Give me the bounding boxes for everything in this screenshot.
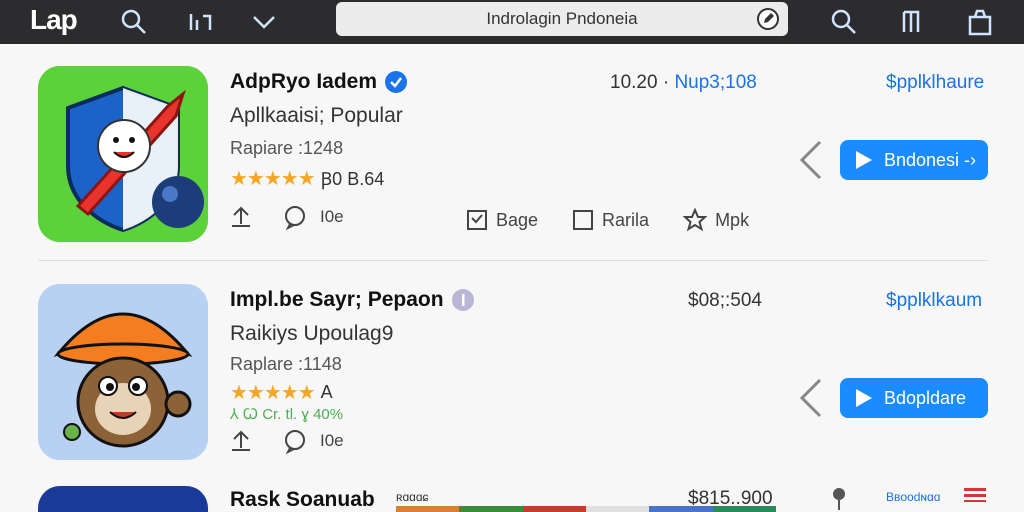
tool-bage[interactable]: Bage <box>466 209 538 231</box>
star-rating: ★★★★★ A <box>230 380 333 405</box>
chevron-down-icon[interactable] <box>248 6 280 38</box>
app-icon[interactable] <box>38 284 208 460</box>
app-price: $08;:504 <box>688 290 762 312</box>
price-time: 10.20 · <box>610 72 670 93</box>
app-icon[interactable] <box>38 486 208 512</box>
app-price: $815..900 <box>688 488 773 510</box>
developer-link[interactable]: Bʙoodɴɑɑ <box>886 490 940 504</box>
app-tools: Bage Rarila Mpk <box>466 208 749 232</box>
bookmark-icon[interactable] <box>896 6 928 38</box>
comment-count: I0e <box>320 431 344 450</box>
tool-label: Mpk <box>715 209 750 230</box>
app-icon[interactable] <box>38 66 208 242</box>
install-button[interactable]: Bdopldare <box>840 378 988 418</box>
price-time: $815..900 <box>688 488 773 509</box>
stars-text: Ꞵ0 B.64 <box>320 168 385 189</box>
install-button-label: Bdopldare <box>884 387 967 408</box>
app-logo[interactable]: Lap <box>30 4 78 36</box>
rating-count: Raplare :1148 <box>230 354 342 374</box>
app-actions: I0e <box>228 428 344 454</box>
checkbox-icon <box>467 210 487 230</box>
stars-text: A <box>320 382 333 402</box>
developer-link[interactable]: $pplklkaum <box>886 290 982 312</box>
star-icon <box>683 208 708 232</box>
search-bar[interactable]: Indrolagin Pndoneia <box>336 2 788 36</box>
chart-icon[interactable] <box>184 6 216 38</box>
app-title[interactable]: Impl.be Sayr; Pepaon <box>230 288 474 312</box>
chevron-left-icon[interactable] <box>796 138 826 182</box>
tool-mpk[interactable]: Mpk <box>683 208 749 232</box>
tool-label: Bage <box>496 209 539 230</box>
app-title-text[interactable]: AdpRyo Iadem <box>230 70 377 94</box>
app-title-text[interactable]: Impl.be Sayr; Pepaon <box>230 288 444 312</box>
app-title[interactable]: Rask Soanuab <box>230 488 375 512</box>
play-icon <box>856 389 872 407</box>
app-title-text[interactable]: Rask Soanuab <box>230 488 375 512</box>
tool-label: Rarila <box>602 209 650 230</box>
app-price: 10.20 · Nup3;108 <box>610 72 757 94</box>
price-value: Nup3;108 <box>674 72 757 93</box>
stars-icon: ★★★★★ <box>230 168 316 190</box>
comment-icon[interactable] <box>282 204 308 230</box>
comment-icon[interactable] <box>282 428 308 454</box>
tool-rarila[interactable]: Rarila <box>572 209 649 231</box>
app-actions: I0e <box>228 204 344 230</box>
app-extra-info: ⅄ Ꞷ Cr. tl. ɣ 40% <box>230 406 344 423</box>
comment-count: I0e <box>320 207 344 226</box>
flag-icon <box>964 488 986 502</box>
play-icon <box>856 151 872 169</box>
info-badge-icon <box>451 289 474 311</box>
row-divider <box>38 260 988 261</box>
rating-count: Rapiare :1248 <box>230 138 344 158</box>
location-pin-icon[interactable] <box>830 486 848 512</box>
app-title[interactable]: AdpRyo Iadem <box>230 70 408 94</box>
install-button[interactable]: Bndonesi -› <box>840 140 988 180</box>
install-button-label: Bndonesi -› <box>884 149 977 170</box>
verified-badge-icon <box>385 71 408 93</box>
star-rating: ★★★★★ Ꞵ0 B.64 <box>230 166 384 191</box>
share-icon[interactable] <box>228 428 254 454</box>
search-query[interactable]: Indrolagin Pndoneia <box>486 9 637 29</box>
app-subtitle: Apllkaaisi; Popular <box>230 104 403 127</box>
price-time: $08;:504 <box>688 290 762 311</box>
search-icon[interactable] <box>828 6 860 38</box>
top-bar: Lap Indrolagin Pndoneia <box>0 0 1024 44</box>
app-subtitle: Raikiys Upoulag9 <box>230 322 394 345</box>
chevron-left-icon[interactable] <box>796 376 826 420</box>
edit-icon[interactable] <box>756 7 780 31</box>
search-icon[interactable] <box>118 6 150 38</box>
square-icon <box>573 210 594 230</box>
developer-link[interactable]: $pplklhaure <box>886 72 984 94</box>
app-small-label: ʀɑɑɑɕ <box>396 490 429 504</box>
stars-icon: ★★★★★ <box>230 382 316 404</box>
share-icon[interactable] <box>228 204 254 230</box>
bag-icon[interactable] <box>964 6 996 38</box>
